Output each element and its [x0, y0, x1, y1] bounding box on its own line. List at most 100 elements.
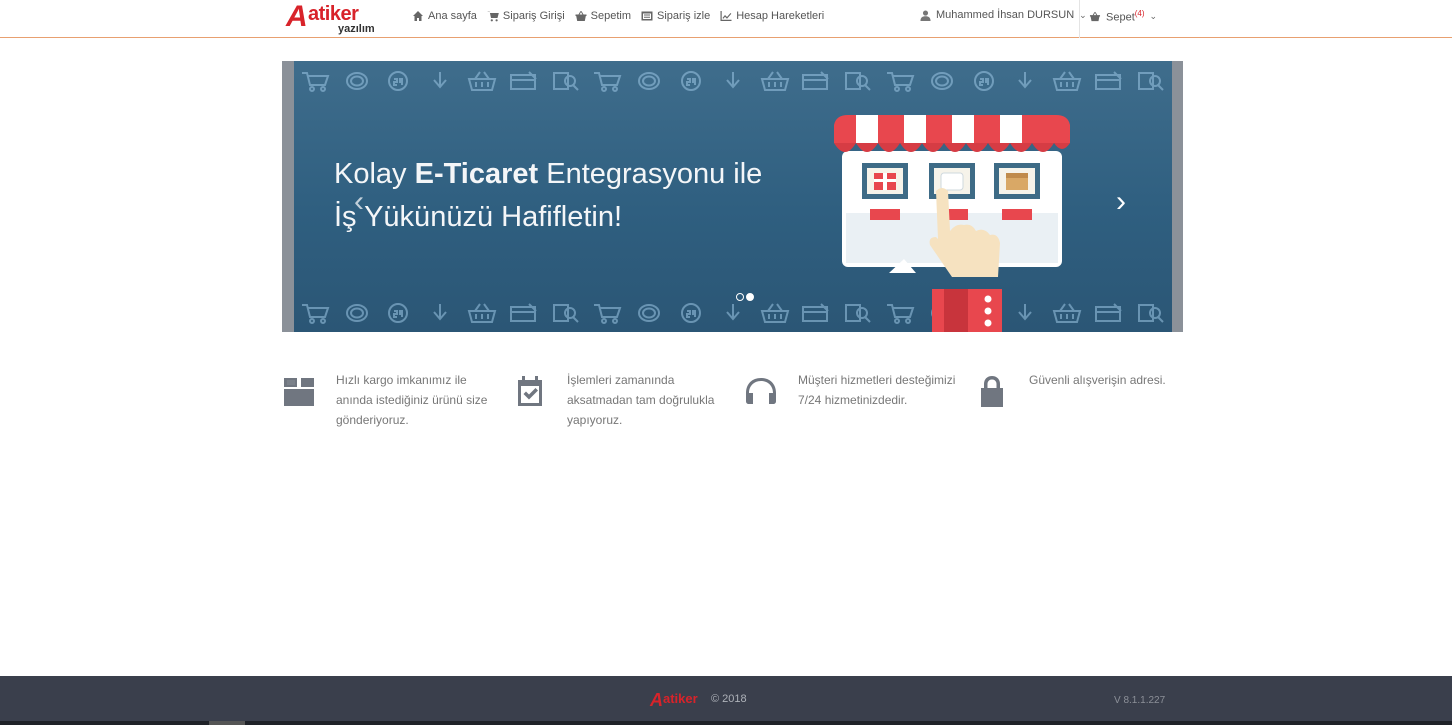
- 24-hours-icon: [973, 71, 994, 91]
- hero-carousel: Kolay E-Ticaret Entegrasyonu ile İş Yükü…: [282, 61, 1183, 332]
- basket-outline-icon: [760, 71, 789, 91]
- carousel-next-button[interactable]: ›: [1116, 187, 1126, 217]
- basket-icon: [575, 11, 587, 21]
- user-menu[interactable]: Muhammed İhsan DURSUN ⌄: [920, 9, 1087, 21]
- feature-item-security: Güvenli alışverişin adresi.: [975, 370, 1195, 440]
- nav-item-label: Hesap Hareketleri: [736, 10, 825, 22]
- search-product-icon: [845, 72, 871, 91]
- logo-a-mark: A: [286, 0, 308, 33]
- nav-item-home[interactable]: Ana sayfa: [412, 10, 477, 22]
- carousel-prev-button[interactable]: ‹: [354, 187, 364, 217]
- cart-outline-icon: [887, 72, 915, 92]
- headline-suffix: Entegrasyonu ile: [538, 158, 763, 190]
- credit-card-icon: [1095, 71, 1122, 90]
- cart-outline-icon: [594, 304, 622, 324]
- cart-count-badge: (4): [1134, 9, 1145, 18]
- credit-card-icon: [802, 71, 830, 90]
- carousel-indicators: [736, 293, 754, 301]
- header-divider: [1079, 0, 1080, 38]
- cart-menu[interactable]: Sepet(4) ⌄: [1089, 9, 1157, 24]
- carousel-slide: Kolay E-Ticaret Entegrasyonu ile İş Yükü…: [294, 61, 1172, 332]
- headphones-icon: [744, 374, 778, 408]
- headline-prefix: Kolay: [334, 158, 415, 190]
- search-product-icon: [1137, 72, 1164, 91]
- credit-card-icon: [509, 303, 537, 322]
- carousel-headline: Kolay E-Ticaret Entegrasyonu ile İş Yükü…: [334, 153, 762, 239]
- nav-item-my-basket[interactable]: Sepetim: [575, 10, 631, 22]
- 24-hours-icon: [681, 303, 702, 323]
- feature-item-support: Müşteri hizmetleri desteğimizi 7/24 hizm…: [744, 370, 964, 440]
- feature-item-timely: İşlemleri zamanında aksatmadan tam doğru…: [513, 370, 733, 440]
- cart-icon: [486, 11, 499, 22]
- credit-card-icon: [509, 71, 537, 90]
- version-text: V 8.1.1.227: [1114, 695, 1166, 706]
- coin-icon: [638, 72, 661, 90]
- basket-outline-icon: [467, 303, 497, 323]
- footer-logo-wordmark: atiker: [663, 691, 698, 706]
- feature-item-shipping: Hızlı kargo imkanımız ile anında istediğ…: [282, 370, 502, 440]
- download-arrow-icon: [726, 304, 740, 321]
- nav-item-label: Sipariş Girişi: [502, 10, 565, 22]
- calendar-check-icon: [513, 374, 547, 408]
- user-icon: [920, 9, 931, 21]
- 24-hours-icon: [388, 71, 409, 91]
- headline-bold: E-Ticaret: [414, 158, 539, 190]
- cart-outline-icon: [301, 72, 330, 92]
- cart-outline-icon: [301, 304, 330, 324]
- feature-text: Müşteri hizmetleri desteğimizi 7/24 hizm…: [798, 373, 956, 407]
- bottom-tab-indicator: [209, 721, 245, 725]
- logo-subtitle: yazılım: [338, 23, 375, 35]
- logo-wordmark: atiker: [308, 3, 359, 25]
- page-footer: A atiker © 2018 V 8.1.1.227: [0, 676, 1452, 725]
- feature-text: Hızlı kargo imkanımız ile anında istediğ…: [336, 373, 488, 427]
- features-section: Hızlı kargo imkanımız ile anında istediğ…: [282, 370, 1183, 440]
- feature-text: İşlemleri zamanında aksatmadan tam doğru…: [567, 373, 715, 427]
- cart-label: Sepet: [1106, 11, 1135, 24]
- nav-item-order-track[interactable]: Sipariş izle: [641, 10, 710, 22]
- carousel-indicator-2[interactable]: [746, 293, 754, 301]
- lock-icon: [975, 374, 1009, 408]
- main-nav: Ana sayfa Sipariş Girişi Sepetim Sipariş…: [412, 10, 824, 22]
- 24-hours-icon: [388, 303, 409, 323]
- coin-icon: [345, 72, 368, 90]
- search-product-icon: [552, 304, 579, 323]
- decor-icon-row-top: [294, 62, 1172, 100]
- search-product-icon: [1137, 304, 1164, 323]
- nav-item-label: Sepetim: [590, 10, 632, 22]
- download-arrow-icon: [433, 72, 448, 89]
- brand-logo[interactable]: A atiker yazılım: [286, 2, 404, 36]
- basket-outline-icon: [760, 303, 789, 323]
- credit-card-icon: [1095, 303, 1122, 322]
- user-name: Muhammed İhsan DURSUN: [936, 9, 1075, 21]
- download-arrow-icon: [433, 304, 448, 321]
- feature-text: Güvenli alışverişin adresi.: [1029, 373, 1166, 387]
- coin-icon: [930, 72, 953, 90]
- credit-card-icon: [802, 303, 830, 322]
- home-icon: [413, 11, 423, 21]
- basket-outline-icon: [1052, 71, 1082, 91]
- carousel-indicator-1[interactable]: [736, 293, 744, 301]
- copyright-text: © 2018: [711, 693, 747, 705]
- chevron-down-icon: ⌄: [1149, 10, 1158, 21]
- coin-icon: [345, 304, 368, 322]
- search-product-icon: [552, 72, 579, 91]
- basket-icon: [1089, 11, 1101, 21]
- nav-item-account-activity[interactable]: Hesap Hareketleri: [720, 10, 824, 22]
- footer-logo-a-mark: A: [650, 690, 663, 710]
- top-navbar: A atiker yazılım Ana sayfa Sipariş Giriş…: [0, 0, 1452, 38]
- cart-outline-icon: [594, 72, 622, 92]
- chart-icon: [720, 11, 732, 21]
- headline-line-2: İş Yükünüzü Hafifletin!: [334, 201, 623, 233]
- list-icon: [641, 11, 653, 21]
- chevron-down-icon: ⌄: [1079, 9, 1087, 20]
- window-bottom-strip: [0, 721, 1452, 725]
- download-arrow-icon: [1018, 72, 1033, 89]
- box-icon: [282, 374, 316, 408]
- nav-item-label: Sipariş izle: [657, 10, 711, 22]
- nav-item-label: Ana sayfa: [428, 10, 477, 22]
- basket-outline-icon: [467, 71, 497, 91]
- storefront-illustration: [834, 115, 1070, 332]
- nav-item-order-entry[interactable]: Sipariş Girişi: [486, 10, 565, 22]
- download-arrow-icon: [726, 72, 740, 89]
- 24-hours-icon: [681, 71, 702, 91]
